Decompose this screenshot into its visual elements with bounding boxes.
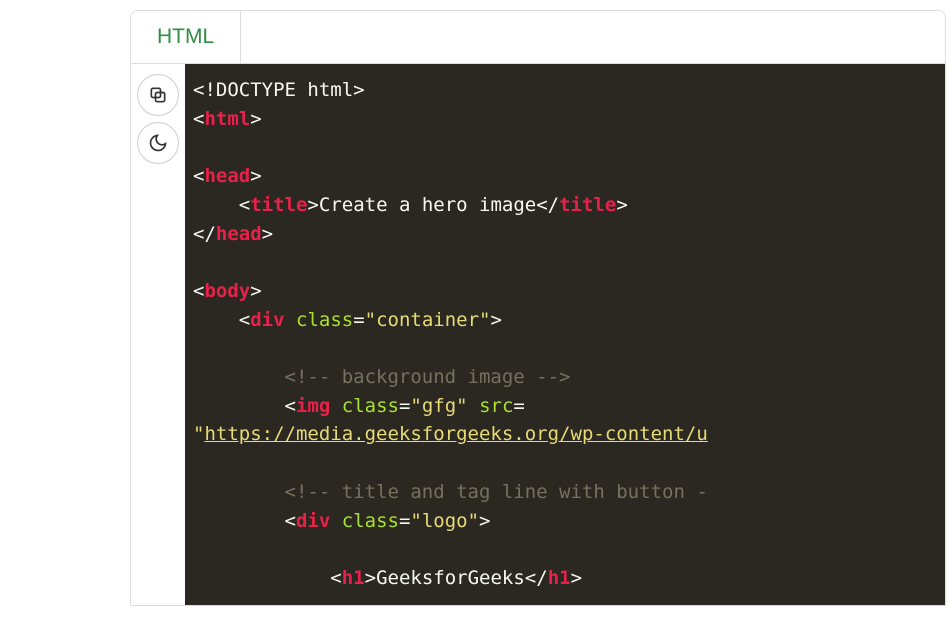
code-token: h1	[342, 567, 365, 589]
code-token: div	[296, 510, 330, 532]
code-token: >	[307, 194, 318, 216]
code-token: title	[559, 194, 616, 216]
code-url: https://media.geeksforgeeks.org/wp-conte…	[204, 423, 707, 445]
code-token: <	[239, 194, 250, 216]
code-token: <	[285, 510, 296, 532]
moon-icon	[148, 133, 168, 153]
code-token: "logo"	[410, 510, 479, 532]
code-token: div	[250, 309, 284, 331]
code-token: =	[353, 309, 364, 331]
code-token: "	[193, 423, 204, 445]
code-token: class	[296, 309, 353, 331]
code-indent	[193, 567, 330, 589]
toolbar	[131, 64, 185, 605]
code-indent	[193, 481, 285, 503]
code-line: <!DOCTYPE html>	[193, 79, 365, 101]
code-token: >	[250, 108, 261, 130]
tab-bar: HTML	[131, 11, 945, 64]
code-block[interactable]: <!DOCTYPE html> <html> <head> <title>Cre…	[185, 64, 945, 605]
code-token: <	[193, 280, 204, 302]
code-token: </	[536, 194, 559, 216]
code-panel: HTML <!DOCTYPE html> <html> <head> <titl…	[130, 10, 946, 606]
code-token: <	[193, 165, 204, 187]
code-token: =	[399, 510, 410, 532]
code-comment: <!-- title and tag line with button -	[285, 481, 708, 503]
code-token: >	[250, 165, 261, 187]
code-token: >	[491, 309, 502, 331]
copy-icon	[148, 85, 168, 105]
code-token: =	[399, 395, 410, 417]
code-indent	[193, 309, 239, 331]
code-token: <	[239, 309, 250, 331]
code-token: class	[342, 510, 399, 532]
code-indent	[193, 194, 239, 216]
copy-button[interactable]	[137, 74, 179, 116]
code-text: GeeksforGeeks	[376, 567, 525, 589]
code-token: title	[250, 194, 307, 216]
code-token: "container"	[365, 309, 491, 331]
code-indent	[193, 510, 285, 532]
code-token: >	[262, 223, 273, 245]
code-text: Create a hero image	[319, 194, 536, 216]
code-indent	[193, 395, 285, 417]
tab-html[interactable]: HTML	[131, 11, 241, 63]
code-token: >	[250, 280, 261, 302]
code-token: <	[330, 567, 341, 589]
code-token: "gfg"	[410, 395, 467, 417]
code-token: >	[365, 567, 376, 589]
code-token: html	[204, 108, 250, 130]
code-token: >	[571, 567, 582, 589]
code-comment: <!-- background image -->	[285, 366, 571, 388]
code-area: <!DOCTYPE html> <html> <head> <title>Cre…	[131, 64, 945, 605]
code-indent	[193, 366, 285, 388]
code-token	[285, 309, 296, 331]
code-token	[468, 395, 479, 417]
code-token	[330, 510, 341, 532]
code-token: =	[513, 395, 524, 417]
code-token: h1	[548, 567, 571, 589]
code-token: img	[296, 395, 330, 417]
code-token: >	[479, 510, 490, 532]
code-token: head	[216, 223, 262, 245]
code-token	[330, 395, 341, 417]
code-token: </	[193, 223, 216, 245]
code-token: >	[616, 194, 627, 216]
code-token: class	[342, 395, 399, 417]
code-token: <	[285, 395, 296, 417]
theme-toggle-button[interactable]	[137, 122, 179, 164]
code-token: head	[204, 165, 250, 187]
code-token: src	[479, 395, 513, 417]
code-token: <	[193, 108, 204, 130]
code-token: </	[525, 567, 548, 589]
code-token: body	[204, 280, 250, 302]
